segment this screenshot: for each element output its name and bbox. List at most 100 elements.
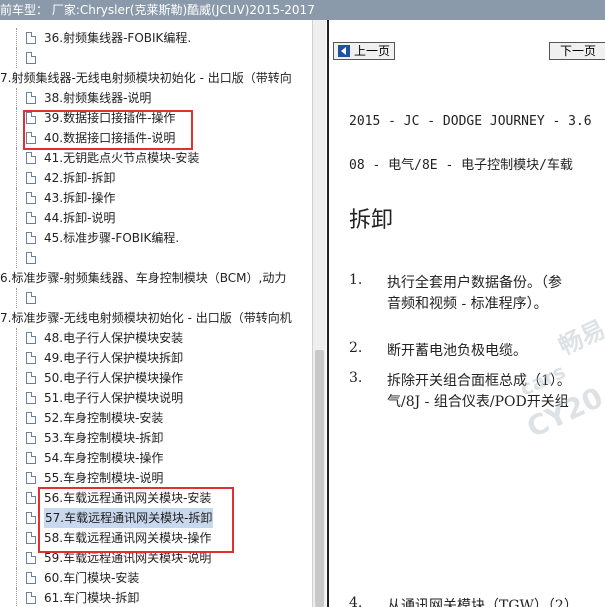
- left-arrow-icon: [338, 45, 350, 57]
- tree-item-label: 6.标准步骤-射频集线器、车身控制模块（BCM）,动力: [0, 271, 287, 285]
- document-icon: [26, 252, 36, 264]
- tree-item-label: 51.电子行人保护模块说明: [44, 391, 184, 405]
- procedure-heading: 拆卸: [349, 208, 394, 233]
- step-number: 1.: [349, 272, 363, 288]
- tree-item-label: 58.车载远程通讯网关模块-操作: [44, 531, 212, 545]
- tree-item-label: 50.电子行人保护模块操作: [44, 371, 184, 385]
- tree-item-label: 53.车身控制模块-拆卸: [44, 431, 164, 445]
- tree-connector: [16, 328, 17, 348]
- tree-item-label: 56.车载远程通讯网关模块-安装: [44, 491, 212, 505]
- document-icon: [26, 192, 36, 204]
- prev-page-button[interactable]: 上一页: [333, 42, 395, 60]
- document-icon: [26, 552, 36, 564]
- tree-item-label: 43.拆卸-操作: [44, 191, 116, 205]
- document-icon: [26, 232, 36, 244]
- tree-item-label: 55.车身控制模块-说明: [44, 471, 164, 485]
- tree-connector: [16, 488, 17, 508]
- document-icon: [26, 212, 36, 224]
- document-icon: [26, 92, 36, 104]
- tree-item-label: 42.拆卸-拆卸: [44, 171, 116, 185]
- tree-connector: [16, 368, 17, 388]
- document-icon: [26, 52, 36, 64]
- tree-connector: [16, 348, 17, 368]
- document-icon: [26, 492, 36, 504]
- tree-item-label: 60.车门模块-安装: [44, 571, 140, 585]
- document-icon: [26, 112, 36, 124]
- next-page-label: 下一页: [560, 44, 597, 58]
- tree-connector: [16, 88, 17, 108]
- tree-connector: [16, 448, 17, 468]
- page-nav-bar: 上一页 下一页: [329, 42, 605, 64]
- step-text: 从通讯网关模块（TGW）（2）: [387, 598, 578, 607]
- tree-item-label: 52.车身控制模块-安装: [44, 411, 164, 425]
- tree-connector: [16, 388, 17, 408]
- tree-connector: [16, 428, 17, 448]
- document-icon: [26, 432, 36, 444]
- document-icon: [26, 572, 36, 584]
- tree-item-label: 40.数据接口接插件-说明: [44, 131, 176, 145]
- tree-item-label: 45.标准步骤-FOBIK编程.: [44, 231, 180, 245]
- step-number: 3.: [349, 370, 363, 386]
- step-number: 4.: [349, 595, 363, 607]
- document-icon: [26, 372, 36, 384]
- document-icon: [26, 512, 36, 524]
- tree-item-label: 54.车身控制模块-操作: [44, 451, 164, 465]
- tree-connector: [16, 508, 17, 528]
- tree-item-label: 36.射频集线器-FOBIK编程.: [44, 31, 192, 45]
- document-icon: [26, 352, 36, 364]
- document-icon: [26, 392, 36, 404]
- tree-item-label: 61.车门模块-拆卸: [44, 591, 140, 605]
- document-icon: [26, 332, 36, 344]
- tree-item-label: 57.车载远程通讯网关模块-拆卸: [44, 508, 214, 528]
- step-number: 2.: [349, 340, 363, 356]
- tree-connector: [16, 288, 17, 308]
- document-icon: [26, 152, 36, 164]
- tree-connector: [16, 228, 17, 248]
- document-icon: [26, 32, 36, 44]
- step-text: 执行全套用户数据备份。（参: [387, 275, 562, 291]
- tree-connector: [16, 408, 17, 428]
- section-path-line: 08 - 电气/8E - 电子控制模块/车载: [349, 158, 573, 173]
- tree-connector: [16, 28, 17, 48]
- tree-item-label: 49.电子行人保护模块拆卸: [44, 351, 184, 365]
- document-icon: [26, 172, 36, 184]
- tree-scrollbar-thumb[interactable]: [315, 350, 324, 607]
- tree-connector: [16, 188, 17, 208]
- document-icon: [26, 592, 36, 604]
- tree-item-label: 7.射频集线器-无线电射频模块初始化 - 出口版（带转向: [0, 71, 292, 85]
- document-icon: [26, 132, 36, 144]
- tree-item-label: 39.数据接口接插件-操作: [44, 111, 176, 125]
- tree-item-label: 41.无钥匙点火节点模块-安装: [44, 151, 200, 165]
- tree-connector: [16, 588, 17, 607]
- document-icon: [26, 292, 36, 304]
- document-icon: [26, 472, 36, 484]
- tree-connector: [16, 468, 17, 488]
- tree-item-label: 59.车载远程通讯网关模块-说明: [44, 551, 212, 565]
- tree-item-label: 7.标准步骤-无线电射频模块初始化 - 出口版（带转向机: [0, 311, 292, 325]
- tree-connector: [16, 208, 17, 228]
- next-page-button[interactable]: 下一页: [549, 42, 605, 60]
- contents-tree[interactable]: 36.射频集线器-FOBIK编程. 7.射频集线器-无线电射频模块初始化 - 出口…: [0, 20, 326, 607]
- tree-connector: [16, 548, 17, 568]
- window-title: 前车型： 厂家:Chrysler(克莱斯勒)酷威(JCUV)2015-2017: [0, 3, 315, 17]
- step-text: 音频和视频 - 标准程序）。: [387, 296, 548, 312]
- tree-connector: [16, 48, 17, 68]
- tree-connector: [16, 108, 17, 128]
- vehicle-model-line: 2015 - JC - DODGE JOURNEY - 3.6: [349, 114, 592, 129]
- tree-item-label: 38.射频集线器-说明: [44, 91, 152, 105]
- tree-connector: [16, 148, 17, 168]
- tree-connector: [16, 568, 17, 588]
- tree-connector: [16, 248, 17, 268]
- document-icon: [26, 452, 36, 464]
- watermark: 畅易: [554, 314, 605, 361]
- tree-connector: [16, 128, 17, 148]
- document-icon: [26, 532, 36, 544]
- step-text: 断开蓄电池负极电缆。: [387, 343, 527, 359]
- window-title-bar: 前车型： 厂家:Chrysler(克莱斯勒)酷威(JCUV)2015-2017: [0, 0, 605, 20]
- tree-scrollbar[interactable]: [312, 20, 326, 607]
- tree-item-label: 44.拆卸-说明: [44, 211, 116, 225]
- tree-connector: [16, 168, 17, 188]
- tree-item-label: 48.电子行人保护模块安装: [44, 331, 184, 345]
- prev-page-label: 上一页: [354, 44, 391, 58]
- tree-connector: [16, 528, 17, 548]
